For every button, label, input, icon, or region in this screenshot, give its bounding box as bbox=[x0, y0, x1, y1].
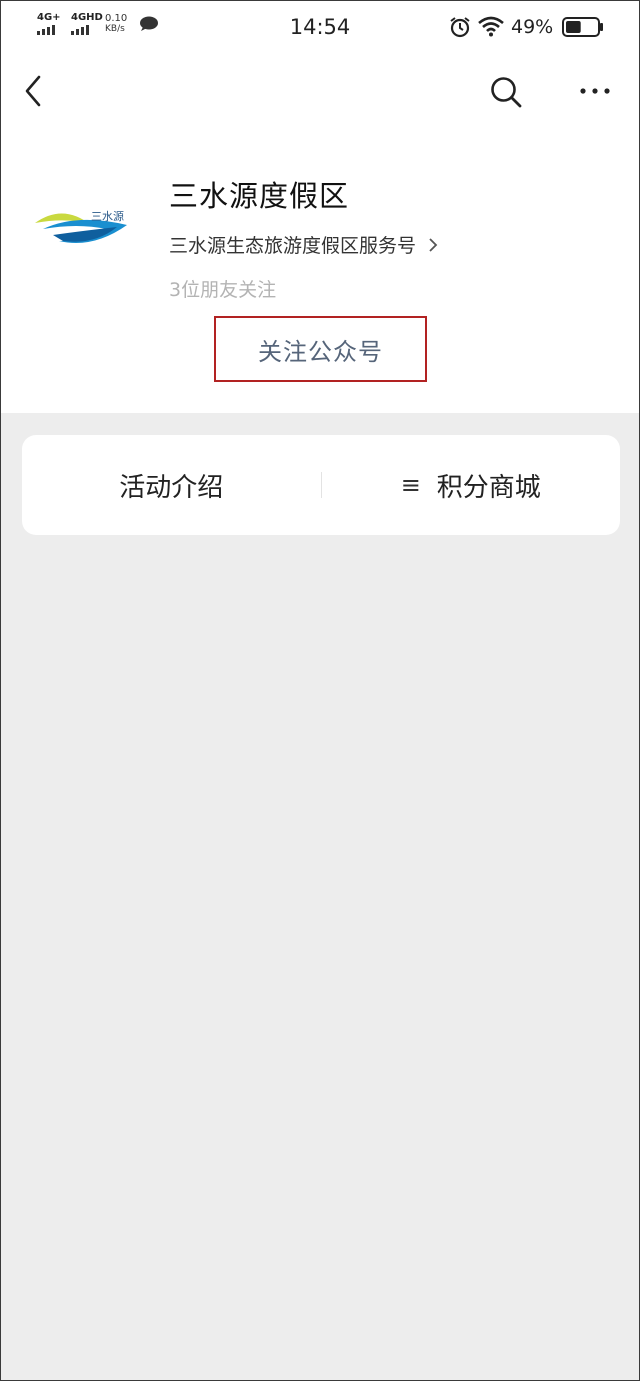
app-screen: 4G+ 4GHD 0.10 KB/s 14:54 49% 三水源 三水源度假区 … bbox=[0, 0, 640, 1381]
alarm-clock-icon bbox=[450, 17, 470, 38]
battery-percentage: 49% bbox=[511, 16, 554, 38]
account-menu-bar: 活动介绍 ≡ 积分商城 bbox=[22, 435, 620, 535]
account-name: 三水源度假区 bbox=[169, 179, 350, 213]
account-profile-header: 三水源 三水源度假区 三水源生态旅游度假区服务号 3位朋友关注 关注公众号 bbox=[1, 129, 639, 413]
menu-item-label: 积分商城 bbox=[436, 472, 541, 503]
wifi-icon bbox=[478, 16, 504, 37]
search-icon[interactable] bbox=[489, 75, 523, 109]
account-logo: 三水源 bbox=[35, 209, 127, 243]
battery-icon bbox=[562, 17, 603, 37]
friends-following-count: 3位朋友关注 bbox=[169, 279, 277, 301]
account-description-link[interactable]: 三水源生态旅游度假区服务号 bbox=[169, 231, 438, 258]
svg-text:三水源: 三水源 bbox=[91, 209, 124, 223]
status-bar: 4G+ 4GHD 0.10 KB/s 14:54 49% bbox=[1, 1, 639, 53]
account-description: 三水源生态旅游度假区服务号 bbox=[169, 235, 417, 257]
follow-account-button[interactable]: 关注公众号 bbox=[214, 316, 427, 382]
chevron-right-icon bbox=[429, 237, 438, 252]
back-arrow-icon[interactable] bbox=[21, 73, 47, 109]
more-options-icon[interactable] bbox=[575, 81, 615, 101]
menu-item-activity-intro[interactable]: 活动介绍 bbox=[22, 435, 321, 535]
menu-list-icon: ≡ bbox=[400, 471, 421, 499]
top-navigation-bar bbox=[1, 53, 639, 129]
menu-item-label: 活动介绍 bbox=[119, 472, 224, 503]
menu-item-points-mall[interactable]: ≡ 积分商城 bbox=[322, 435, 621, 535]
